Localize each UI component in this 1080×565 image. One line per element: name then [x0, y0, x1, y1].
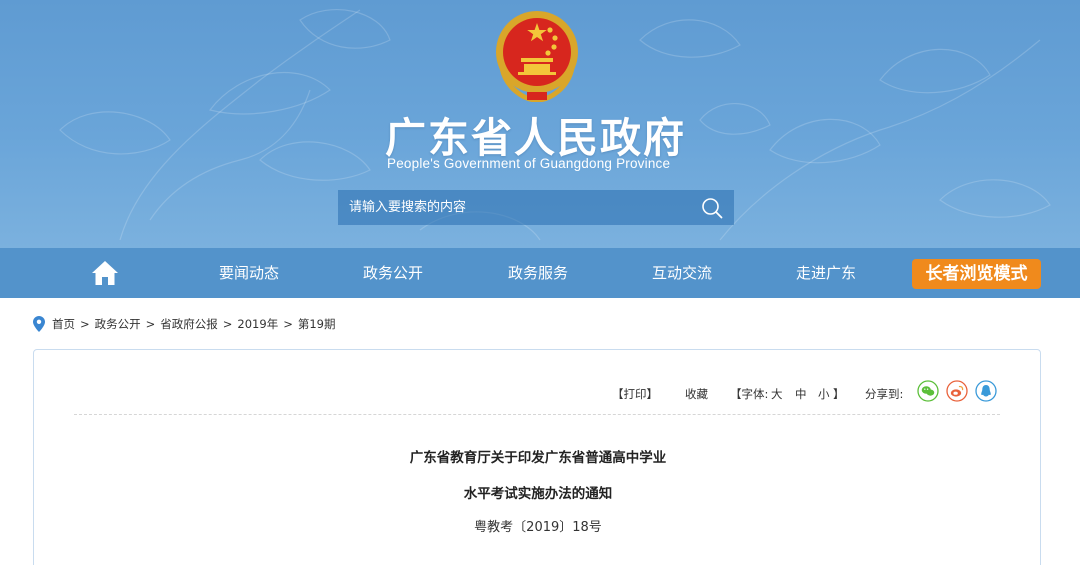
- search-button[interactable]: [690, 190, 734, 225]
- font-size-label-open: 【字体:: [730, 387, 769, 401]
- site-title: 广东省人民政府: [385, 114, 686, 162]
- breadcrumb-gazette[interactable]: 省政府公报: [160, 316, 218, 332]
- font-size-small-button[interactable]: 小: [818, 386, 830, 402]
- breadcrumb-issue[interactable]: 第19期: [298, 316, 336, 332]
- font-size-label-close: 】: [833, 387, 845, 401]
- print-button[interactable]: 【打印】: [612, 386, 658, 402]
- nav-item-about-guangdong[interactable]: 走进广东: [796, 248, 856, 298]
- search-icon: [702, 197, 723, 218]
- elder-mode-button[interactable]: 长者浏览模式: [912, 259, 1041, 289]
- document-title-line-1: 广东省教育厅关于印发广东省普通高中学业: [409, 450, 667, 466]
- breadcrumb-home[interactable]: 首页: [52, 316, 75, 332]
- nav-item-interaction[interactable]: 互动交流: [652, 248, 712, 298]
- toolbar-divider: [74, 414, 1000, 415]
- font-size-large-button[interactable]: 大: [771, 386, 783, 402]
- nav-item-government-services[interactable]: 政务服务: [508, 248, 568, 298]
- breadcrumb-year[interactable]: 2019年: [237, 316, 278, 332]
- breadcrumb: 首页 > 政务公开 > 省政府公报 > 2019年 > 第19期: [33, 315, 335, 333]
- article-toolbar: 【打印】 收藏 【字体: 大 中 小 】 分享到:: [34, 380, 1042, 406]
- weibo-icon[interactable]: [946, 380, 968, 402]
- share-label: 分享到:: [865, 387, 904, 401]
- favorite-button[interactable]: 收藏: [685, 386, 708, 402]
- breadcrumb-government-affairs[interactable]: 政务公开: [95, 316, 141, 332]
- search-input[interactable]: [338, 190, 690, 225]
- nav-item-news[interactable]: 要闻动态: [219, 248, 279, 298]
- breadcrumb-separator: >: [283, 317, 293, 331]
- national-emblem-icon: [496, 11, 578, 102]
- breadcrumb-separator: >: [80, 317, 90, 331]
- site-subtitle: People's Government of Guangdong Provinc…: [387, 156, 671, 171]
- breadcrumb-separator: >: [222, 317, 233, 331]
- home-icon[interactable]: [91, 260, 119, 286]
- location-pin-icon: [33, 316, 45, 332]
- search-box: [338, 190, 734, 225]
- breadcrumb-separator: >: [145, 317, 156, 331]
- nav-item-government-affairs[interactable]: 政务公开: [363, 248, 423, 298]
- qq-icon[interactable]: [975, 380, 997, 402]
- document-number: 粤教考〔2019〕18号: [474, 520, 602, 535]
- wechat-icon[interactable]: [917, 380, 939, 402]
- header-banner: 广东省人民政府 People's Government of Guangdong…: [0, 0, 1080, 248]
- document-title-line-2: 水平考试实施办法的通知: [463, 486, 613, 502]
- article-card: 【打印】 收藏 【字体: 大 中 小 】 分享到: 广东省教育厅关于印发广东省普…: [33, 349, 1041, 565]
- font-size-medium-button[interactable]: 中: [795, 386, 807, 402]
